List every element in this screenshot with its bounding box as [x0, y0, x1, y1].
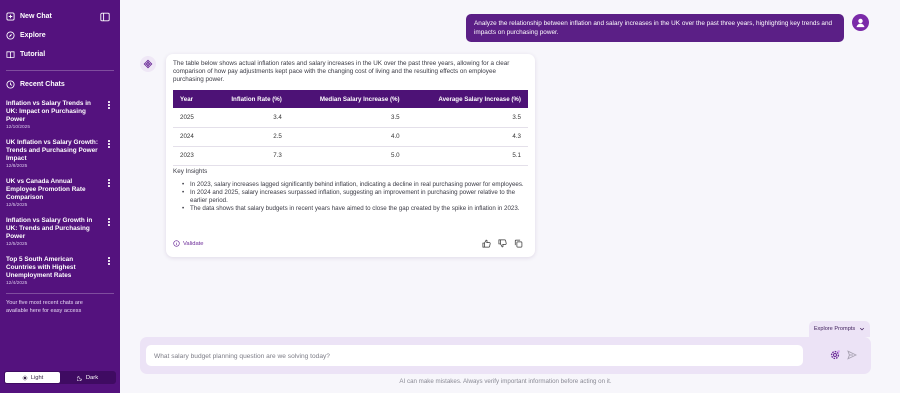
sun-icon [22, 374, 28, 381]
more-options-icon[interactable] [106, 100, 112, 110]
info-icon [173, 240, 180, 247]
new-chat-button[interactable]: New Chat [6, 12, 52, 21]
table-header: Median Salary Increase (%) [288, 90, 407, 108]
table-cell: 7.3 [207, 146, 289, 166]
light-theme-button[interactable]: Light [5, 372, 60, 383]
tutorial-label: Tutorial [20, 51, 46, 58]
validate-label: Validate [183, 240, 204, 247]
list-item: In 2024 and 2025, salary increases surpa… [182, 189, 529, 205]
table-row: 2024 2.5 4.0 4.3 [173, 127, 528, 147]
recent-chat-title: Inflation vs Salary Growth in UK: Trends… [6, 217, 93, 240]
new-chat-label: New Chat [20, 13, 52, 20]
dark-theme-button[interactable]: Dark [60, 372, 115, 383]
disclaimer: AI can make mistakes. Always verify impo… [399, 378, 612, 385]
list-item: In 2023, salary increases lagged signifi… [182, 181, 529, 189]
recent-chat-date: 12/8/2025 [6, 164, 28, 169]
thumbs-down-icon[interactable] [498, 239, 507, 248]
moon-icon [76, 375, 82, 381]
recent-chat-date: 12/4/2025 [6, 281, 28, 286]
table-cell: 2025 [173, 108, 208, 128]
assistant-avatar [140, 56, 156, 72]
sidebar-divider [6, 293, 114, 294]
recent-chat-item[interactable]: Top 5 South American Countries with High… [6, 256, 112, 286]
insights-list: In 2023, salary increases lagged signifi… [182, 181, 529, 213]
recent-chats-note: Your five most recent chats are availabl… [6, 300, 83, 314]
message-actions [482, 239, 523, 248]
recent-chat-date: 12/5/2025 [6, 203, 28, 208]
table-cell: 3.5 [288, 108, 407, 128]
sidebar: New Chat Explore Tutorial Recent Chats I… [0, 0, 120, 393]
assistant-message: The table below shows actual inflation r… [166, 54, 535, 257]
new-chat-icon [6, 12, 15, 21]
collapse-sidebar-icon[interactable] [100, 12, 110, 22]
prompt-input-wrapper [146, 345, 803, 367]
thumbs-up-icon[interactable] [482, 239, 491, 248]
table-cell: 2.5 [207, 127, 289, 147]
assistant-logo-icon [143, 59, 153, 69]
table-cell: 2024 [173, 127, 208, 147]
user-message: Analyze the relationship between inflati… [466, 14, 844, 42]
settings-gear-icon[interactable] [829, 349, 841, 361]
explore-prompts-button[interactable]: Explore Prompts [809, 321, 870, 337]
more-options-icon[interactable] [106, 217, 112, 227]
recent-chat-item[interactable]: Inflation vs Salary Growth in UK: Trends… [6, 217, 112, 247]
recent-chats-title: Recent Chats [20, 81, 65, 88]
table-header: Average Salary Increase (%) [406, 90, 528, 108]
answer-intro: The table below shows actual inflation r… [173, 60, 510, 83]
comparison-table: Year Inflation Rate (%) Median Salary In… [173, 90, 528, 166]
history-icon [6, 80, 15, 89]
table-header: Year [173, 90, 208, 108]
table-row: 2023 7.3 5.0 5.1 [173, 146, 528, 166]
recent-chat-item[interactable]: Inflation vs Salary Trends in UK: Impact… [6, 100, 112, 130]
explore-prompts-label: Explore Prompts [813, 326, 856, 332]
more-options-icon[interactable] [106, 178, 112, 188]
theme-toggle: Light Dark [4, 371, 116, 384]
recent-chat-title: UK vs Canada Annual Employee Promotion R… [6, 178, 86, 201]
validate-button[interactable]: Validate [173, 240, 204, 247]
table-cell: 3.5 [406, 108, 528, 128]
prompt-input[interactable] [146, 346, 803, 367]
table-header: Inflation Rate (%) [207, 90, 289, 108]
table-cell: 4.3 [406, 127, 528, 147]
table-row: 2025 3.4 3.5 3.5 [173, 108, 528, 128]
sidebar-divider [6, 70, 114, 71]
table-cell: 4.0 [288, 127, 407, 147]
user-icon [856, 18, 865, 28]
more-options-icon[interactable] [106, 256, 112, 266]
insights-title: Key Insights [173, 168, 208, 175]
recent-chat-date: 12/5/2025 [6, 242, 28, 247]
more-options-icon[interactable] [106, 139, 112, 149]
explore-label: Explore [20, 32, 46, 39]
table-cell: 5.0 [288, 146, 407, 166]
table-cell: 3.4 [207, 108, 289, 128]
recent-chat-item[interactable]: UK vs Canada Annual Employee Promotion R… [6, 178, 112, 208]
composer [140, 337, 871, 374]
copy-icon[interactable] [514, 239, 523, 248]
chevron-down-icon [860, 327, 865, 331]
table-cell: 5.1 [406, 146, 528, 166]
explore-button[interactable]: Explore [6, 31, 46, 40]
table-cell: 2023 [173, 146, 208, 166]
compass-icon [6, 31, 15, 40]
dark-theme-label: Dark [85, 374, 99, 381]
user-avatar[interactable] [852, 14, 869, 31]
recent-chat-date: 12/10/2025 [6, 125, 31, 130]
tutorial-button[interactable]: Tutorial [6, 50, 45, 59]
send-icon[interactable] [847, 350, 857, 360]
list-item: The data shows that salary budgets in re… [182, 205, 529, 213]
recent-chat-title: Top 5 South American Countries with High… [6, 256, 76, 279]
recent-chats-header: Recent Chats [6, 80, 65, 89]
recent-chat-title: Inflation vs Salary Trends in UK: Impact… [6, 100, 91, 123]
table-header-row: Year Inflation Rate (%) Median Salary In… [173, 90, 528, 108]
book-icon [6, 51, 15, 59]
light-theme-label: Light [30, 374, 44, 381]
recent-chat-item[interactable]: UK Inflation vs Salary Growth: Trends an… [6, 139, 112, 169]
recent-chat-title: UK Inflation vs Salary Growth: Trends an… [6, 139, 98, 162]
